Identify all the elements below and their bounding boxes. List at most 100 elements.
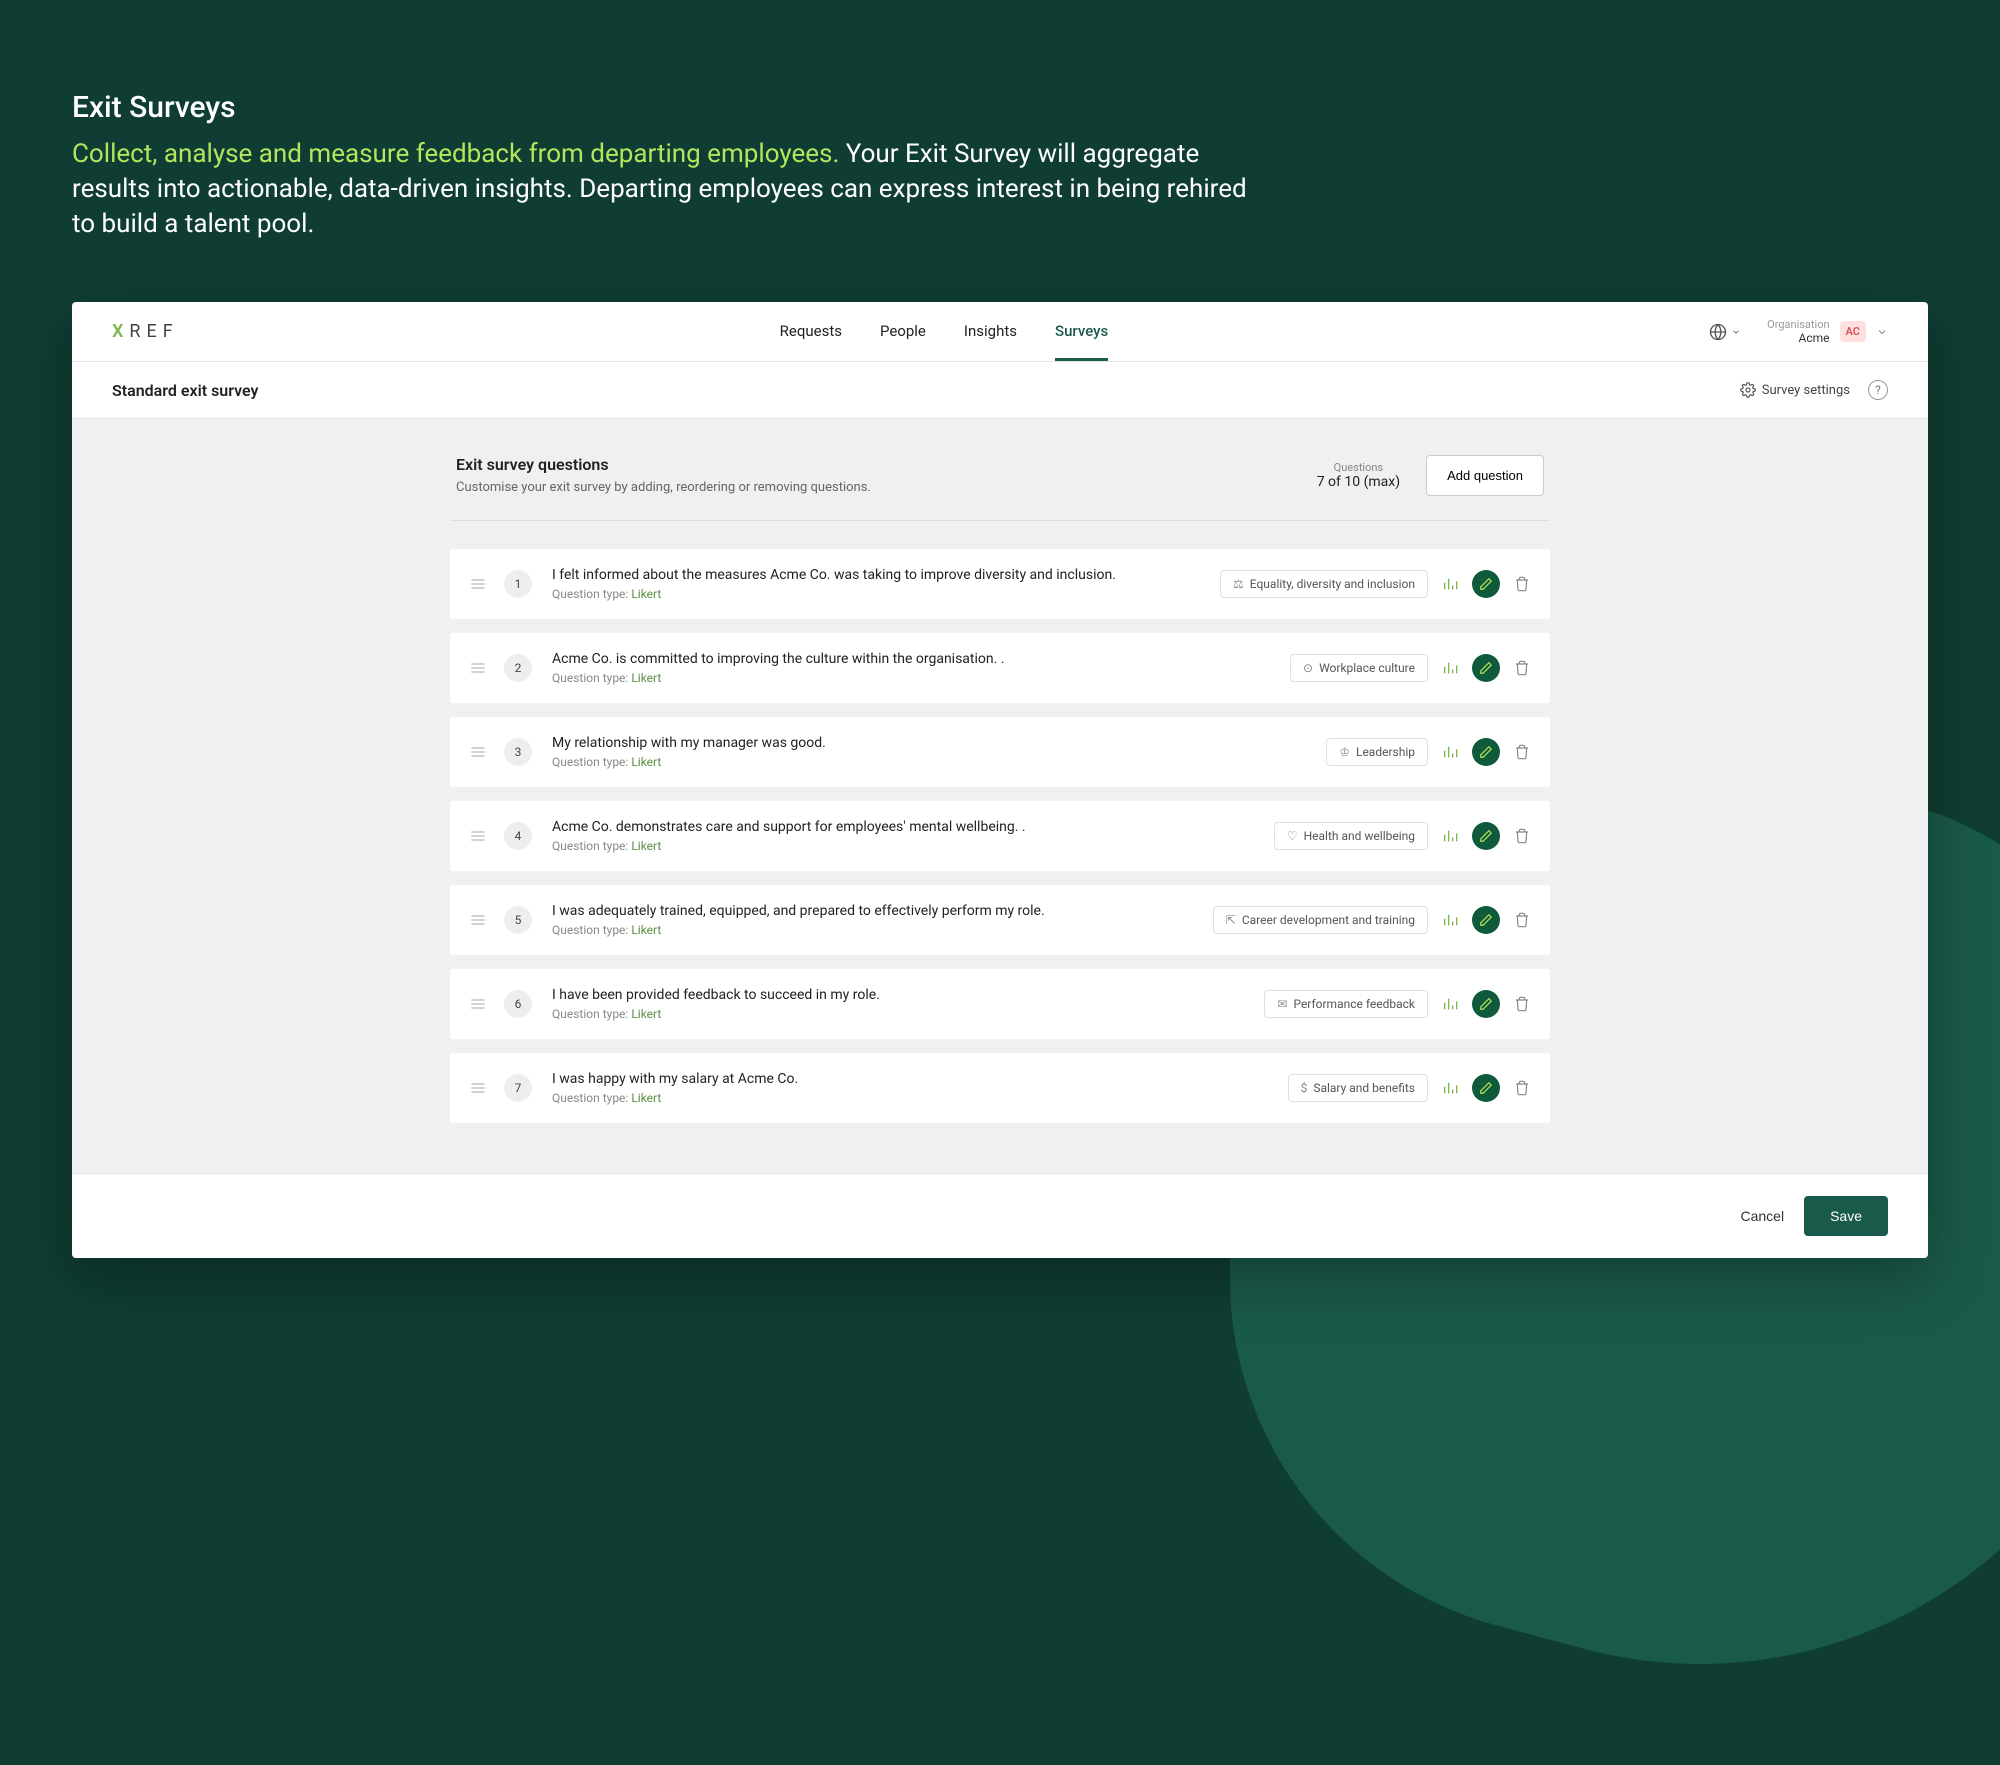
- tag-label: Career development and training: [1242, 913, 1415, 927]
- logo-x: X: [112, 321, 129, 342]
- row-actions: ♔Leadership: [1326, 738, 1530, 766]
- main-area: Exit survey questions Customise your exi…: [72, 419, 1928, 1173]
- nav-tab-insights[interactable]: Insights: [964, 302, 1017, 361]
- survey-settings-label: Survey settings: [1762, 383, 1850, 398]
- delete-button[interactable]: [1514, 1080, 1530, 1096]
- delete-button[interactable]: [1514, 828, 1530, 844]
- edit-button[interactable]: [1472, 570, 1500, 598]
- delete-button[interactable]: [1514, 660, 1530, 676]
- drag-handle-icon[interactable]: [470, 829, 486, 843]
- category-tag[interactable]: ⚖Equality, diversity and inclusion: [1220, 570, 1428, 598]
- tag-icon: ✉: [1277, 997, 1287, 1011]
- delete-button[interactable]: [1514, 912, 1530, 928]
- tag-label: Workplace culture: [1319, 661, 1415, 675]
- tag-label: Health and wellbeing: [1304, 829, 1415, 843]
- logo[interactable]: XREF: [112, 321, 179, 342]
- question-text: My relationship with my manager was good…: [552, 735, 1326, 751]
- chart-icon[interactable]: [1442, 744, 1458, 760]
- survey-settings-button[interactable]: Survey settings: [1740, 382, 1850, 398]
- question-type-label: Question type:: [552, 587, 628, 601]
- question-type-value[interactable]: Likert: [631, 755, 661, 769]
- category-tag[interactable]: ⇱Career development and training: [1213, 906, 1428, 934]
- question-type: Question type: Likert: [552, 1091, 1288, 1105]
- logo-rest: REF: [129, 321, 178, 342]
- row-actions: ⚖Equality, diversity and inclusion: [1220, 570, 1530, 598]
- chart-icon[interactable]: [1442, 996, 1458, 1012]
- question-type: Question type: Likert: [552, 587, 1220, 601]
- topbar-right: Organisation Acme AC: [1709, 318, 1888, 346]
- tag-icon: ♡: [1287, 829, 1298, 843]
- edit-button[interactable]: [1472, 906, 1500, 934]
- delete-button[interactable]: [1514, 576, 1530, 592]
- category-tag[interactable]: ♔Leadership: [1326, 738, 1428, 766]
- subheader-actions: Survey settings ?: [1740, 380, 1888, 400]
- help-button[interactable]: ?: [1868, 380, 1888, 400]
- question-text: Acme Co. is committed to improving the c…: [552, 651, 1290, 667]
- chart-icon[interactable]: [1442, 1080, 1458, 1096]
- nav-tab-requests[interactable]: Requests: [780, 302, 842, 361]
- question-count-label: Questions: [1317, 461, 1400, 474]
- delete-button[interactable]: [1514, 996, 1530, 1012]
- category-tag[interactable]: ♡ Health and wellbeing: [1274, 822, 1428, 850]
- page-wrapper: Exit Surveys Collect, analyse and measur…: [0, 0, 2000, 1258]
- chart-icon[interactable]: [1442, 912, 1458, 928]
- category-tag[interactable]: ✉Performance feedback: [1264, 990, 1428, 1018]
- question-row: 3My relationship with my manager was goo…: [450, 717, 1550, 787]
- drag-handle-icon[interactable]: [470, 577, 486, 591]
- drag-handle-icon[interactable]: [470, 661, 486, 675]
- nav-tab-surveys[interactable]: Surveys: [1055, 302, 1108, 361]
- question-list: 1I felt informed about the measures Acme…: [450, 549, 1550, 1123]
- edit-button[interactable]: [1472, 822, 1500, 850]
- edit-button[interactable]: [1472, 738, 1500, 766]
- question-number: 6: [504, 990, 532, 1018]
- tag-label: Leadership: [1356, 745, 1415, 759]
- question-text: I was happy with my salary at Acme Co.: [552, 1071, 1288, 1087]
- drag-handle-icon[interactable]: [470, 745, 486, 759]
- section-title-block: Exit survey questions Customise your exi…: [456, 455, 871, 495]
- question-text-block: I have been provided feedback to succeed…: [552, 987, 1264, 1021]
- drag-handle-icon[interactable]: [470, 997, 486, 1011]
- chart-icon[interactable]: [1442, 576, 1458, 592]
- question-type: Question type: Likert: [552, 755, 1326, 769]
- question-text: I was adequately trained, equipped, and …: [552, 903, 1213, 919]
- chart-icon[interactable]: [1442, 828, 1458, 844]
- organisation-selector[interactable]: Organisation Acme AC: [1767, 318, 1888, 346]
- edit-button[interactable]: [1472, 1074, 1500, 1102]
- org-label: Organisation: [1767, 318, 1829, 331]
- edit-button[interactable]: [1472, 990, 1500, 1018]
- question-text-block: I was happy with my salary at Acme Co. Qu…: [552, 1071, 1288, 1105]
- app-window: XREF Requests People Insights Surveys Organ…: [72, 302, 1928, 1258]
- section-title: Exit survey questions: [456, 455, 871, 474]
- question-type-value[interactable]: Likert: [631, 1007, 661, 1021]
- question-type-label: Question type:: [552, 839, 628, 853]
- question-type-value[interactable]: Likert: [631, 671, 661, 685]
- edit-button[interactable]: [1472, 654, 1500, 682]
- category-tag[interactable]: ⊙Workplace culture: [1290, 654, 1428, 682]
- drag-handle-icon[interactable]: [470, 1081, 486, 1095]
- cancel-button[interactable]: Cancel: [1740, 1208, 1784, 1224]
- question-text-block: I was adequately trained, equipped, and …: [552, 903, 1213, 937]
- question-type-value[interactable]: Likert: [631, 923, 661, 937]
- question-type-value[interactable]: Likert: [631, 1091, 661, 1105]
- org-badge: AC: [1840, 321, 1866, 342]
- chart-icon[interactable]: [1442, 660, 1458, 676]
- row-actions: $Salary and benefits: [1288, 1074, 1530, 1102]
- add-question-button[interactable]: Add question: [1426, 455, 1544, 496]
- section-right: Questions 7 of 10 (max) Add question: [1317, 455, 1544, 496]
- save-button[interactable]: Save: [1804, 1196, 1888, 1236]
- question-type: Question type: Likert: [552, 839, 1274, 853]
- delete-button[interactable]: [1514, 744, 1530, 760]
- nav-tab-people[interactable]: People: [880, 302, 926, 361]
- question-type-value[interactable]: Likert: [631, 839, 661, 853]
- section-header: Exit survey questions Customise your exi…: [450, 455, 1550, 521]
- question-type-label: Question type:: [552, 923, 628, 937]
- question-type-value[interactable]: Likert: [631, 587, 661, 601]
- topbar: XREF Requests People Insights Surveys Organ…: [72, 302, 1928, 362]
- drag-handle-icon[interactable]: [470, 913, 486, 927]
- language-selector[interactable]: [1709, 323, 1741, 341]
- gear-icon: [1740, 382, 1756, 398]
- question-number: 5: [504, 906, 532, 934]
- category-tag[interactable]: $Salary and benefits: [1288, 1074, 1428, 1102]
- question-count-value: 7 of 10 (max): [1317, 474, 1400, 490]
- footer-bar: Cancel Save: [72, 1173, 1928, 1258]
